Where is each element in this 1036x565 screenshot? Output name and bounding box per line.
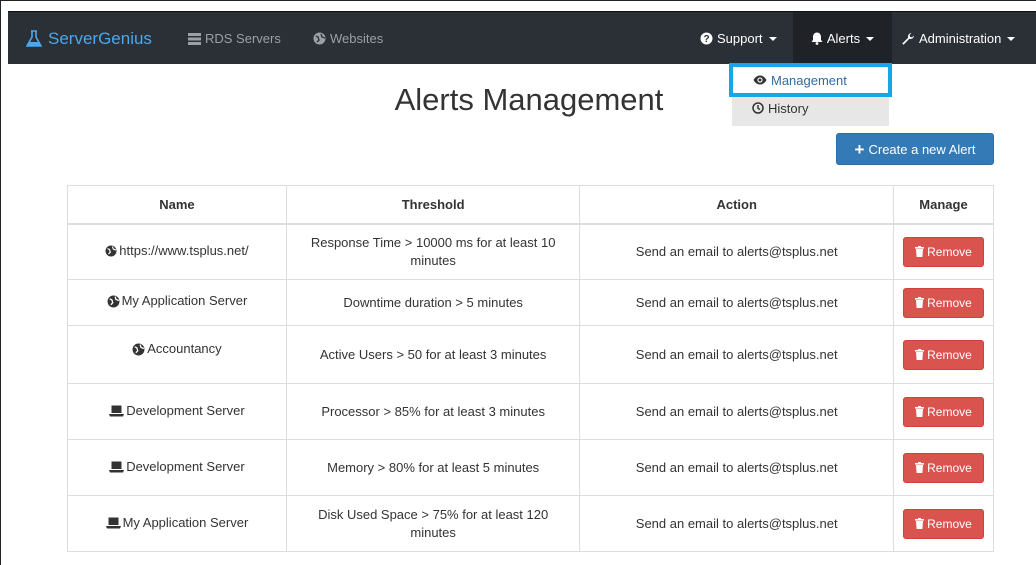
laptop-icon [109, 405, 125, 416]
wrench-icon [902, 32, 914, 45]
name-cell: My Application Server [67, 279, 287, 326]
trash-icon [915, 246, 925, 258]
row-name: https://www.tsplus.net/ [119, 242, 249, 258]
row-name: My Application Server [121, 293, 248, 309]
nav-administration[interactable]: Administration [901, 12, 1016, 65]
column-header-name: Name [67, 185, 287, 225]
laptop-icon [109, 461, 125, 472]
nav-alerts[interactable]: Alerts [793, 12, 892, 65]
nav-support-label: Support [717, 31, 763, 46]
column-header-action: Action [579, 185, 894, 225]
brand-label: ServerGenius [48, 28, 152, 48]
action-cell: Send an email to alerts@tsplus.net [579, 383, 894, 440]
nav-rds-label: RDS Servers [205, 31, 281, 46]
action-cell: Send an email to alerts@tsplus.net [579, 439, 894, 496]
table-header-row: Name Threshold Action Manage [67, 185, 995, 225]
remove-label: Remove [927, 244, 972, 259]
manage-cell: Remove [892, 279, 995, 326]
row-name: Development Server [126, 402, 245, 418]
table-row: My Application Server Downtime duration … [67, 279, 995, 326]
threshold-cell: Disk Used Space > 75% for at least 120 m… [285, 495, 581, 552]
action-cell: Send an email to alerts@tsplus.net [579, 325, 894, 384]
action-cell: Send an email to alerts@tsplus.net [579, 223, 894, 280]
question-circle-icon: ? [700, 32, 713, 45]
name-cell: My Application Server [67, 495, 287, 552]
remove-label: Remove [927, 347, 972, 362]
trash-icon [915, 406, 925, 417]
chevron-down-icon [866, 36, 875, 41]
action-cell: Send an email to alerts@tsplus.net [579, 495, 894, 552]
name-cell: Development Server [67, 383, 287, 440]
table-row: Development Server Memory > 80% for at l… [67, 439, 995, 496]
bell-icon [811, 32, 823, 45]
server-icon [188, 32, 201, 45]
create-alert-button[interactable]: + Create a new Alert [836, 133, 994, 165]
nav-websites[interactable]: Websites [313, 12, 383, 65]
nav-support[interactable]: ? Support [700, 12, 777, 65]
nav-websites-label: Websites [330, 31, 384, 46]
chevron-down-icon [1007, 36, 1016, 41]
column-header-manage: Manage [892, 185, 995, 225]
threshold-cell: Response Time > 10000 ms for at least 10… [285, 223, 581, 280]
manage-cell: Remove [892, 223, 995, 280]
manage-cell: Remove [892, 383, 995, 440]
table-row: Development Server Processor > 85% for a… [67, 383, 995, 440]
globe-icon [107, 295, 120, 308]
manage-cell: Remove [892, 495, 995, 552]
alerts-table: Name Threshold Action Manage https://www… [67, 185, 995, 552]
table-row: https://www.tsplus.net/ Response Time > … [67, 223, 995, 280]
threshold-cell: Downtime duration > 5 minutes [285, 279, 581, 326]
nav-rds-servers[interactable]: RDS Servers [188, 12, 281, 65]
svg-text:?: ? [703, 34, 709, 45]
table-row: My Application Server Disk Used Space > … [67, 495, 995, 552]
remove-button[interactable]: Remove [902, 452, 984, 483]
top-navbar: ServerGenius RDS Servers Websites ? Supp… [8, 11, 1036, 65]
remove-button[interactable]: Remove [902, 287, 984, 318]
globe-icon [313, 32, 326, 45]
brand-link[interactable]: ServerGenius [26, 12, 152, 65]
chevron-down-icon [768, 36, 777, 41]
row-name: Development Server [126, 458, 245, 474]
trash-icon [915, 518, 925, 529]
column-header-threshold: Threshold [285, 185, 581, 225]
remove-button[interactable]: Remove [902, 339, 984, 370]
trash-icon [915, 297, 925, 308]
row-name: My Application Server [122, 514, 249, 530]
create-alert-label: Create a new Alert [868, 141, 976, 157]
globe-icon [132, 343, 145, 356]
laptop-icon [105, 517, 121, 528]
threshold-cell: Memory > 80% for at least 5 minutes [285, 439, 581, 496]
table-row: Accountancy Active Users > 50 for at lea… [67, 325, 995, 384]
remove-button[interactable]: Remove [902, 396, 984, 427]
row-name: Accountancy [147, 341, 222, 357]
nav-alerts-label: Alerts [826, 31, 861, 46]
name-cell: https://www.tsplus.net/ [67, 223, 287, 280]
page-title: Alerts Management [394, 82, 664, 117]
remove-label: Remove [927, 404, 972, 419]
remove-button[interactable]: Remove [902, 236, 984, 267]
threshold-cell: Processor > 85% for at least 3 minutes [285, 383, 581, 440]
globe-icon [105, 245, 117, 257]
name-cell: Development Server [67, 439, 287, 496]
trash-icon [915, 462, 925, 473]
nav-administration-label: Administration [919, 31, 1002, 46]
remove-label: Remove [927, 516, 972, 531]
trash-icon [915, 349, 925, 360]
manage-cell: Remove [892, 325, 995, 384]
manage-cell: Remove [892, 439, 995, 496]
remove-button[interactable]: Remove [902, 508, 984, 539]
remove-label: Remove [927, 295, 972, 310]
remove-label: Remove [927, 460, 972, 475]
plus-icon: + [854, 139, 865, 159]
flask-icon [26, 29, 42, 47]
name-cell: Accountancy [67, 325, 287, 384]
action-cell: Send an email to alerts@tsplus.net [579, 279, 894, 326]
threshold-cell: Active Users > 50 for at least 3 minutes [285, 325, 581, 384]
